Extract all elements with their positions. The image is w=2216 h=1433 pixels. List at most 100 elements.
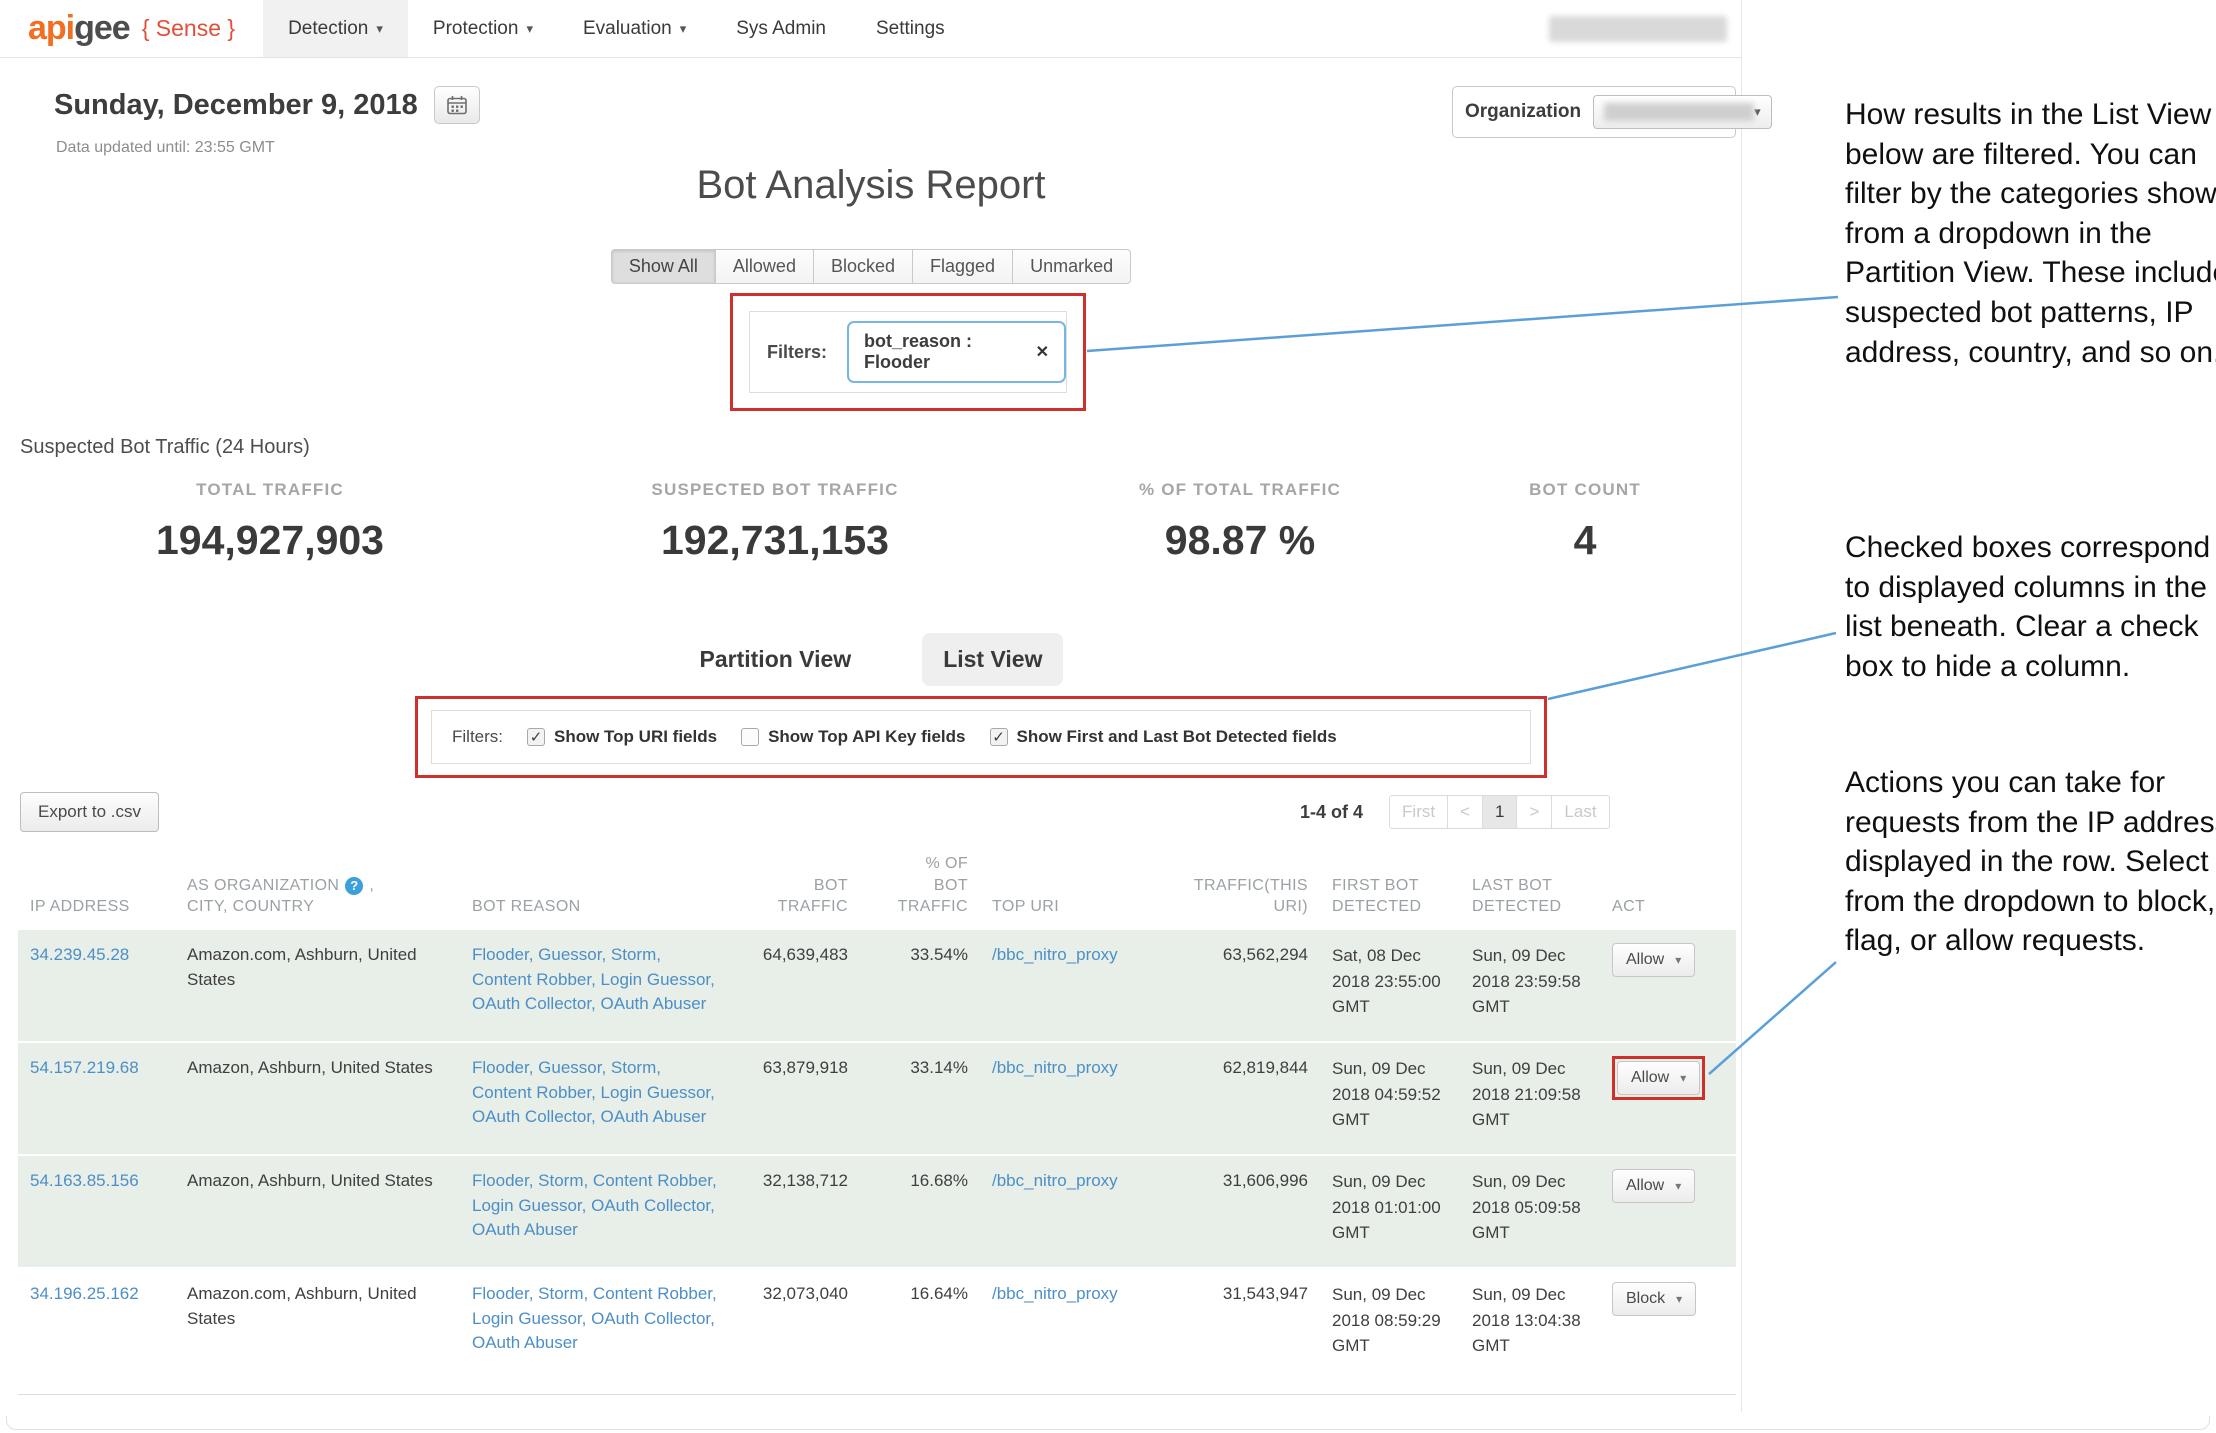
pagination-range: 1-4 of 4	[1300, 802, 1363, 823]
column-header: BOTTRAFFIC	[730, 875, 860, 926]
page-title: Bot Analysis Report	[0, 163, 1742, 208]
tab-partition-view[interactable]: Partition View	[679, 633, 873, 686]
help-icon[interactable]: ?	[345, 877, 363, 895]
as-organization: Amazon, Ashburn, United States	[175, 1043, 460, 1154]
report-date: Sunday, December 9, 2018	[54, 89, 418, 122]
organization-dropdown[interactable]: ▾	[1593, 95, 1772, 129]
nav-item-protection[interactable]: Protection ▾	[408, 0, 558, 57]
screenshot-page: apigee { Sense } Detection ▾ Protection …	[0, 0, 2216, 1433]
annotation-highlight-filters: Filters: bot_reason : Flooder ✕	[730, 293, 1086, 411]
window-frame-bottom	[6, 1416, 2210, 1430]
table-row: 54.163.85.156Amazon, Ashburn, United Sta…	[18, 1156, 1736, 1269]
action-dropdown[interactable]: Allow▾	[1617, 1061, 1700, 1095]
as-organization: Amazon.com, Ashburn, United States	[175, 1269, 460, 1394]
organization-label: Organization	[1465, 101, 1581, 123]
redacted-organization-value	[1604, 103, 1754, 121]
stat-bot-count: BOT COUNT 4	[1385, 480, 1785, 564]
first-bot-detected: Sat, 08 Dec 2018 23:55:00 GMT	[1320, 930, 1460, 1041]
tab-list-view[interactable]: List View	[922, 633, 1063, 686]
filters-label: Filters:	[452, 727, 503, 747]
checkbox-show-top-uri[interactable]: ✓ Show Top URI fields	[527, 727, 717, 747]
export-csv-button[interactable]: Export to .csv	[20, 792, 159, 832]
last-bot-detected: Sun, 09 Dec 2018 05:09:58 GMT	[1460, 1156, 1600, 1267]
checkbox-show-top-api-key[interactable]: Show Top API Key fields	[741, 727, 965, 747]
annotation-highlight-action: Allow▾	[1612, 1056, 1705, 1100]
data-updated-text: Data updated until: 23:55 GMT	[56, 139, 275, 157]
pagination-prev-button[interactable]: <	[1447, 795, 1483, 829]
pagination-next-button[interactable]: >	[1516, 795, 1552, 829]
column-header: TRAFFIC(THISURI)	[1160, 875, 1320, 926]
bot-list-table: IP ADDRESSAS ORGANIZATION?,CITY, COUNTRY…	[18, 845, 1736, 1395]
annotation-note-filtering: How results in the List View below are f…	[1845, 95, 2216, 372]
top-uri-link[interactable]: /bbc_nitro_proxy	[980, 1269, 1160, 1394]
action-dropdown[interactable]: Allow▾	[1612, 1169, 1695, 1203]
uri-traffic-value: 63,562,294	[1160, 930, 1320, 1041]
uri-traffic-value: 31,543,947	[1160, 1269, 1320, 1394]
bot-reason-links[interactable]: Flooder, Storm, Content Robber, Login Gu…	[460, 1156, 730, 1267]
column-filters-bar: Filters: ✓ Show Top URI fields Show Top …	[431, 710, 1531, 764]
action-cell: Allow▾	[1600, 1156, 1736, 1267]
tab-unmarked[interactable]: Unmarked	[1013, 249, 1131, 284]
stat-value: 4	[1385, 517, 1785, 564]
ip-address-link[interactable]: 54.163.85.156	[18, 1156, 175, 1267]
top-uri-link[interactable]: /bbc_nitro_proxy	[980, 1043, 1160, 1154]
ip-address-link[interactable]: 34.196.25.162	[18, 1269, 175, 1394]
nav-item-sys-admin[interactable]: Sys Admin	[711, 0, 851, 57]
sense-wordmark: { Sense }	[142, 15, 235, 42]
calendar-button[interactable]	[434, 86, 480, 124]
as-organization: Amazon, Ashburn, United States	[175, 1156, 460, 1267]
last-bot-detected: Sun, 09 Dec 2018 23:59:58 GMT	[1460, 930, 1600, 1041]
bot-reason-links[interactable]: Flooder, Storm, Content Robber, Login Gu…	[460, 1269, 730, 1394]
bot-reason-links[interactable]: Flooder, Guessor, Storm, Content Robber,…	[460, 1043, 730, 1154]
filter-chip-bot-reason[interactable]: bot_reason : Flooder ✕	[847, 321, 1066, 383]
chevron-down-icon: ▾	[1754, 104, 1761, 120]
bot-traffic-value: 32,073,040	[730, 1269, 860, 1394]
chevron-down-icon: ▾	[680, 21, 687, 37]
first-bot-detected: Sun, 09 Dec 2018 08:59:29 GMT	[1320, 1269, 1460, 1394]
stat-pct-total-traffic: % OF TOTAL TRAFFIC 98.87 %	[1040, 480, 1440, 564]
apigee-sense-logo[interactable]: apigee { Sense }	[0, 0, 235, 57]
action-dropdown[interactable]: Allow▾	[1612, 943, 1695, 977]
pagination-first-button[interactable]: First	[1389, 795, 1448, 829]
pct-bot-traffic: 33.54%	[860, 930, 980, 1041]
stat-value: 98.87 %	[1040, 517, 1440, 564]
action-dropdown[interactable]: Block▾	[1612, 1282, 1696, 1316]
nav-item-detection[interactable]: Detection ▾	[263, 0, 408, 57]
checkbox-icon[interactable]: ✓	[990, 728, 1008, 746]
ip-address-link[interactable]: 54.157.219.68	[18, 1043, 175, 1154]
bot-traffic-value: 32,138,712	[730, 1156, 860, 1267]
chevron-down-icon: ▾	[526, 21, 533, 37]
stats-section-label: Suspected Bot Traffic (24 Hours)	[20, 436, 310, 459]
remove-filter-icon[interactable]: ✕	[1036, 342, 1049, 362]
top-uri-link[interactable]: /bbc_nitro_proxy	[980, 1156, 1160, 1267]
as-organization: Amazon.com, Ashburn, United States	[175, 930, 460, 1041]
checkbox-icon[interactable]: ✓	[527, 728, 545, 746]
bot-reason-links[interactable]: Flooder, Guessor, Storm, Content Robber,…	[460, 930, 730, 1041]
filters-bar: Filters: bot_reason : Flooder ✕	[749, 311, 1067, 393]
tab-flagged[interactable]: Flagged	[913, 249, 1013, 284]
stat-total-traffic: TOTAL TRAFFIC 194,927,903	[70, 480, 470, 564]
chevron-down-icon: ▾	[1675, 1179, 1681, 1193]
nav-item-settings[interactable]: Settings	[851, 0, 970, 57]
pagination-page-1[interactable]: 1	[1482, 795, 1517, 829]
ip-address-link[interactable]: 34.239.45.28	[18, 930, 175, 1041]
column-header: IP ADDRESS	[18, 896, 175, 926]
nav-item-evaluation[interactable]: Evaluation ▾	[558, 0, 711, 57]
stat-value: 194,927,903	[70, 517, 470, 564]
pct-bot-traffic: 16.64%	[860, 1269, 980, 1394]
tab-show-all[interactable]: Show All	[611, 249, 716, 284]
tab-blocked[interactable]: Blocked	[814, 249, 913, 284]
organization-box: Organization ▾	[1452, 86, 1736, 138]
view-switcher: Partition View List View	[0, 628, 1742, 690]
calendar-icon	[446, 95, 468, 115]
tab-allowed[interactable]: Allowed	[716, 249, 814, 284]
checkbox-icon[interactable]	[741, 728, 759, 746]
pct-bot-traffic: 33.14%	[860, 1043, 980, 1154]
chevron-down-icon: ▾	[376, 21, 383, 37]
column-header: % OFBOTTRAFFIC	[860, 853, 980, 926]
annotation-note-checkboxes: Checked boxes correspond to displayed co…	[1845, 528, 2216, 686]
top-uri-link[interactable]: /bbc_nitro_proxy	[980, 930, 1160, 1041]
checkbox-show-first-last-bot[interactable]: ✓ Show First and Last Bot Detected field…	[990, 727, 1337, 747]
chevron-down-icon: ▾	[1680, 1071, 1686, 1085]
pagination-last-button[interactable]: Last	[1551, 795, 1609, 829]
